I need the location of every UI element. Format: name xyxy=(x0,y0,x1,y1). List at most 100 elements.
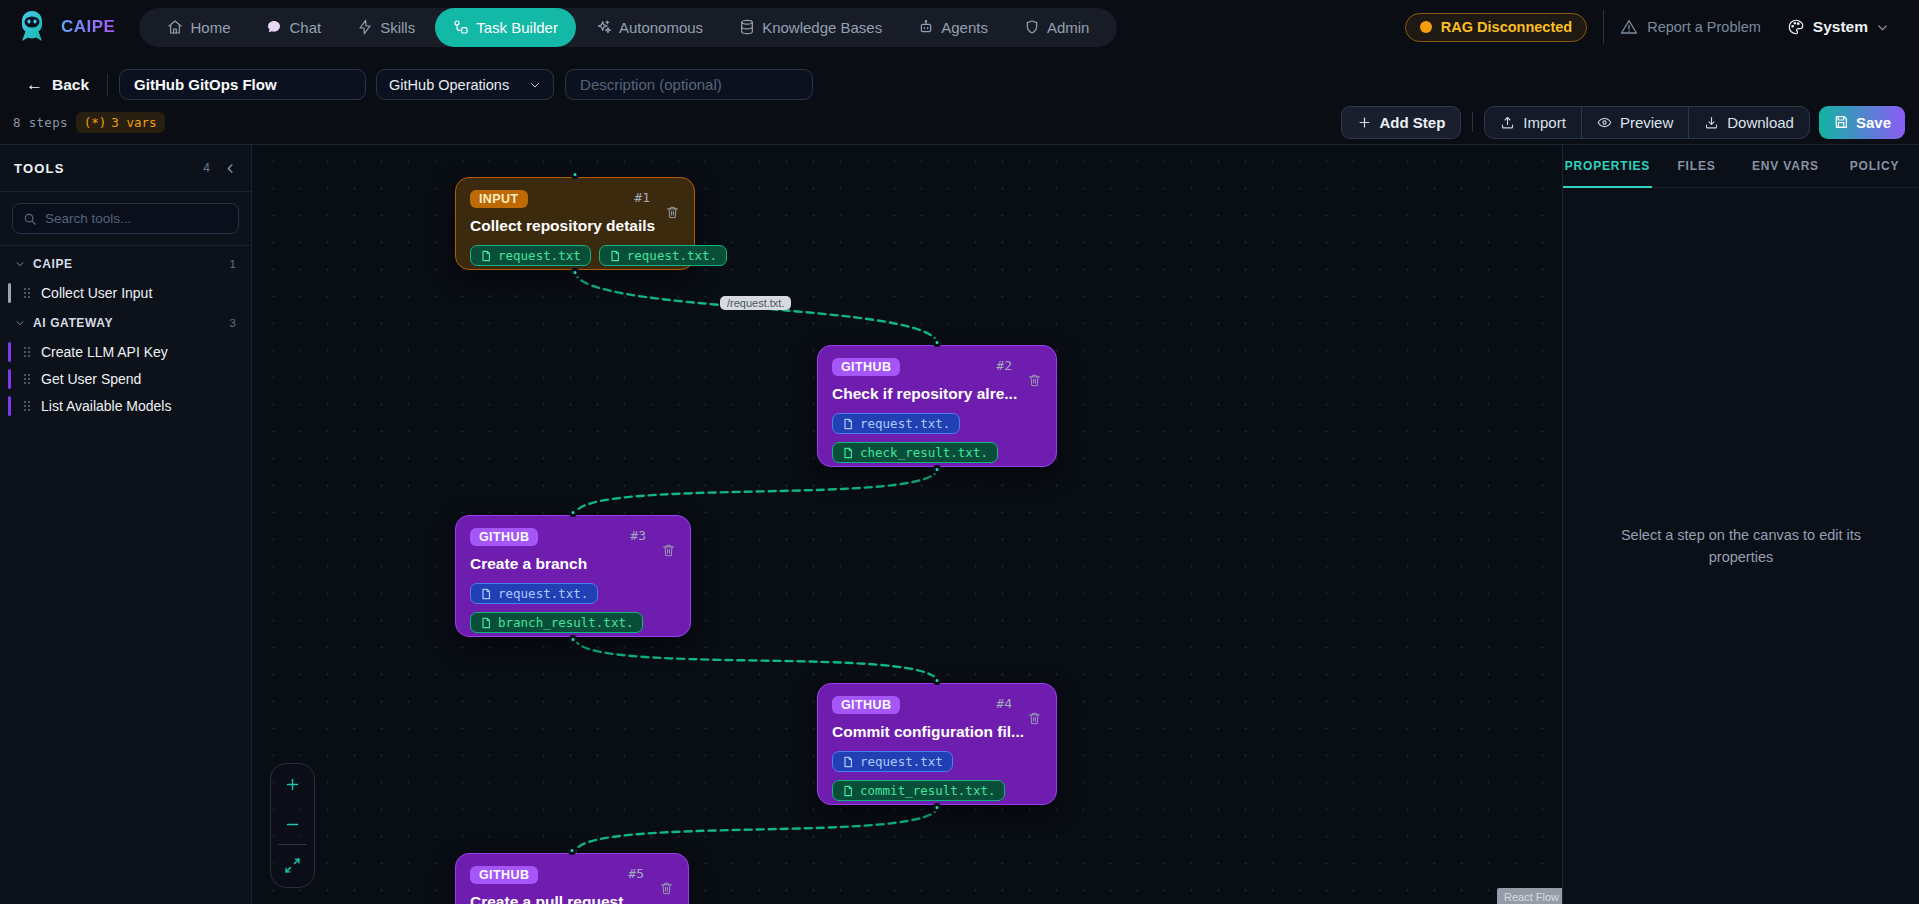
drag-handle-icon[interactable] xyxy=(23,400,31,412)
edge-4-5 xyxy=(575,806,938,853)
tools-panel-title: TOOLS xyxy=(14,161,65,176)
node-handle-top[interactable] xyxy=(569,508,578,517)
nav-item-skills[interactable]: Skills xyxy=(341,8,431,47)
node-type-badge: GITHUB xyxy=(470,866,538,884)
import-button[interactable]: Import xyxy=(1485,106,1581,139)
zoom-out-button[interactable] xyxy=(270,804,315,844)
workflow-icon xyxy=(453,19,469,35)
node-handle-top[interactable] xyxy=(933,338,942,347)
react-flow-attribution[interactable]: React Flow xyxy=(1497,888,1562,904)
flow-canvas[interactable]: /request.txt. INPUT #1 Collect repositor… xyxy=(252,145,1562,904)
flow-node-2[interactable]: GITHUB #2 Check if repository alre... re… xyxy=(817,345,1057,467)
nav-item-home[interactable]: Home xyxy=(151,8,246,47)
tool-group-name: AI GATEWAY xyxy=(33,316,113,330)
flow-node-3[interactable]: GITHUB #3 Create a branch request.txt. b… xyxy=(455,515,691,637)
drag-handle-icon[interactable] xyxy=(23,373,31,385)
delete-step-button[interactable] xyxy=(659,880,674,896)
arrow-left-icon: ← xyxy=(26,75,43,95)
tool-group-caipe[interactable]: CAIPE 1 xyxy=(0,250,251,278)
file-icon xyxy=(480,250,492,262)
vars-count-label: 3 vars xyxy=(111,115,156,130)
back-button[interactable]: ←Back xyxy=(26,75,89,95)
tool-group-ai-gateway[interactable]: AI GATEWAY 3 xyxy=(0,309,251,337)
file-icon xyxy=(842,447,854,459)
brand-name: CAIPE xyxy=(61,17,115,37)
tool-item-list-available-models[interactable]: List Available Models xyxy=(8,394,241,418)
flow-node-1[interactable]: INPUT #1 Collect repository details requ… xyxy=(455,177,695,270)
drag-handle-icon[interactable] xyxy=(23,346,31,358)
zoom-in-button[interactable] xyxy=(270,764,315,804)
report-problem-button[interactable]: Report a Problem xyxy=(1620,18,1761,36)
nav-label: Task Builder xyxy=(476,19,558,36)
minus-icon xyxy=(284,816,301,833)
tool-item-label: Collect User Input xyxy=(41,285,152,301)
collapse-sidebar-button[interactable] xyxy=(224,162,237,175)
database-icon xyxy=(739,19,755,35)
node-title: Create a branch xyxy=(470,555,676,573)
top-navbar: CAIPE Home Chat Skills Task Builder Auto… xyxy=(0,0,1919,54)
download-label: Download xyxy=(1727,114,1794,131)
tool-item-label: Create LLM API Key xyxy=(41,344,168,360)
nav-label: Home xyxy=(190,19,230,36)
download-button[interactable]: Download xyxy=(1688,106,1809,139)
system-theme-menu[interactable]: System xyxy=(1787,18,1889,36)
chevron-left-icon xyxy=(224,162,237,175)
divider xyxy=(1603,10,1604,44)
category-select[interactable]: GitHub Operations xyxy=(376,69,554,100)
flow-actions-group: Import Preview Download xyxy=(1484,106,1810,139)
nav-item-autonomous[interactable]: Autonomous xyxy=(580,8,719,47)
nav-item-admin[interactable]: Admin xyxy=(1008,8,1106,47)
save-button[interactable]: Save xyxy=(1819,106,1905,139)
fit-view-button[interactable] xyxy=(270,845,315,885)
tab-policy[interactable]: POLICY xyxy=(1830,145,1919,187)
nav-item-task-builder[interactable]: Task Builder xyxy=(435,8,576,47)
flow-name-input[interactable] xyxy=(119,69,366,100)
flow-node-4[interactable]: GITHUB #4 Commit configuration fil... re… xyxy=(817,683,1057,805)
file-icon xyxy=(842,785,854,797)
tools-search xyxy=(12,203,239,234)
tab-properties[interactable]: PROPERTIES xyxy=(1563,145,1652,187)
upload-icon xyxy=(1500,115,1515,130)
tab-files[interactable]: FILES xyxy=(1652,145,1741,187)
preview-button[interactable]: Preview xyxy=(1581,106,1688,139)
tools-search-input[interactable] xyxy=(45,211,228,226)
main-nav: Home Chat Skills Task Builder Autonomous… xyxy=(139,8,1117,47)
delete-step-button[interactable] xyxy=(1027,710,1042,726)
node-handle-top[interactable] xyxy=(933,676,942,685)
chevron-down-icon xyxy=(1876,21,1889,34)
node-title: Commit configuration fil... xyxy=(832,723,1042,741)
node-handle-bottom[interactable] xyxy=(569,635,578,644)
warning-triangle-icon xyxy=(1620,18,1638,36)
file-icon xyxy=(480,617,492,629)
description-input[interactable] xyxy=(565,69,813,100)
tool-accent-bar xyxy=(8,283,11,303)
nav-item-knowledge-bases[interactable]: Knowledge Bases xyxy=(723,8,898,47)
delete-step-button[interactable] xyxy=(1027,372,1042,388)
main-area: TOOLS 4 CAIPE 1 xyxy=(0,145,1919,904)
tool-item-get-user-spend[interactable]: Get User Spend xyxy=(8,367,241,391)
add-step-button[interactable]: Add Step xyxy=(1341,106,1462,139)
tab-env-vars[interactable]: ENV VARS xyxy=(1741,145,1830,187)
tool-accent-bar xyxy=(8,396,11,416)
node-handle-bottom[interactable] xyxy=(933,465,942,474)
node-handle-top[interactable] xyxy=(568,846,577,855)
tool-item-collect-user-input[interactable]: Collect User Input xyxy=(8,281,241,305)
nav-item-chat[interactable]: Chat xyxy=(250,8,337,47)
drag-handle-icon[interactable] xyxy=(23,287,31,299)
delete-step-button[interactable] xyxy=(665,204,680,220)
plus-icon xyxy=(1357,115,1372,130)
node-handle-bottom[interactable] xyxy=(571,268,580,277)
node-handle-bottom[interactable] xyxy=(933,803,942,812)
delete-step-button[interactable] xyxy=(661,542,676,558)
flow-node-5[interactable]: GITHUB #5 Create a pull request xyxy=(455,853,689,904)
node-handle-top[interactable] xyxy=(571,170,580,179)
trash-icon xyxy=(661,542,676,558)
trash-icon xyxy=(1027,710,1042,726)
save-icon xyxy=(1833,114,1849,130)
nav-item-agents[interactable]: Agents xyxy=(902,8,1004,47)
brand[interactable]: CAIPE xyxy=(12,7,115,47)
nav-label: Autonomous xyxy=(619,19,703,36)
rag-status-badge[interactable]: RAG Disconnected xyxy=(1405,13,1587,42)
tool-item-create-llm-api-key[interactable]: Create LLM API Key xyxy=(8,340,241,364)
rag-status-label: RAG Disconnected xyxy=(1441,19,1572,35)
